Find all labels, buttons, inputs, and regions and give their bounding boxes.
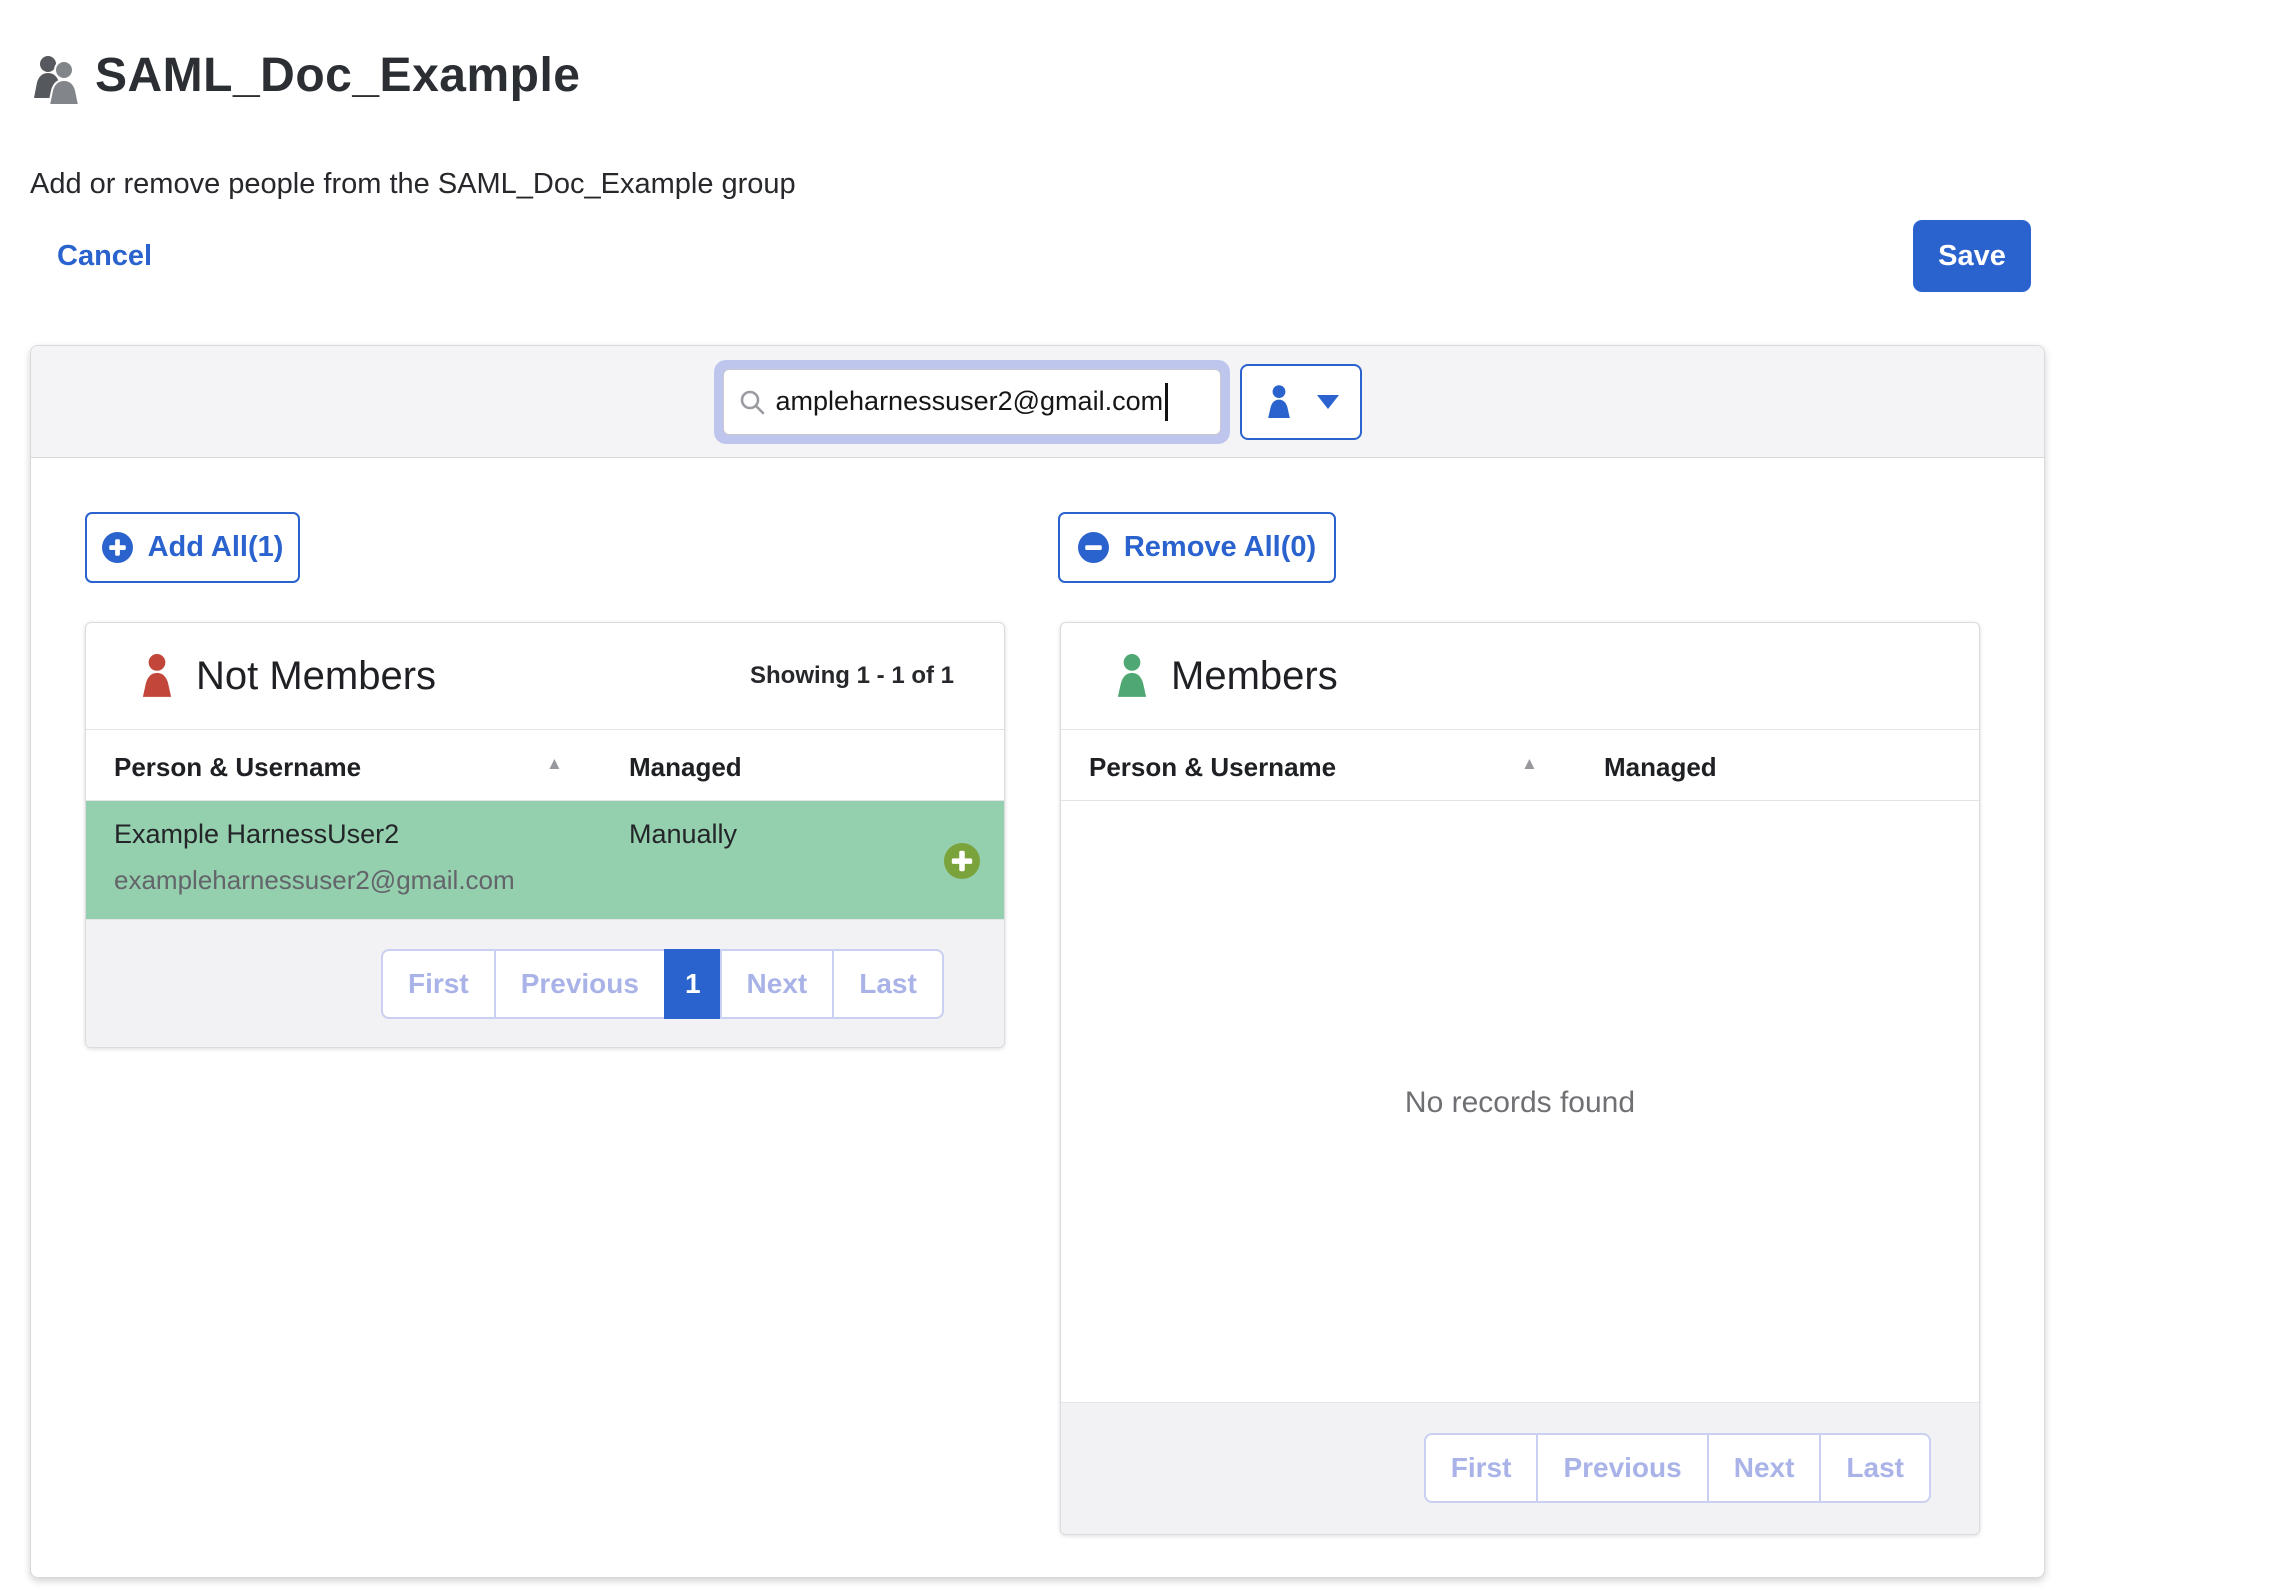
sort-asc-icon[interactable]: ▲ [1521,754,1538,774]
pagination-last-button[interactable]: Last [832,949,944,1019]
remove-all-label: Remove All(0) [1124,531,1316,564]
not-members-pagination: First Previous 1 Next Last [86,919,1004,1047]
plus-circle-icon [102,532,133,563]
person-icon [1263,384,1295,420]
not-members-title: Not Members [196,654,436,699]
not-members-header: Not Members Showing 1 - 1 of 1 [86,623,1004,729]
column-managed[interactable]: Managed [629,752,742,783]
members-title: Members [1171,654,1338,699]
search-icon [738,388,766,416]
pagination-last-button[interactable]: Last [1819,1433,1931,1503]
chevron-down-icon [1317,395,1339,409]
cancel-link[interactable]: Cancel [57,240,152,273]
page-title: SAML_Doc_Example [95,48,581,103]
search-input[interactable]: ampleharnessuser2@gmail.com [723,369,1221,435]
add-all-label: Add All(1) [148,531,284,564]
pagination-first-button[interactable]: First [381,949,496,1019]
no-records-text: No records found [1405,1086,1635,1120]
search-focus-ring: ampleharnessuser2@gmail.com [714,360,1230,444]
save-button[interactable]: Save [1913,220,2031,292]
pagination-first-button[interactable]: First [1424,1433,1539,1503]
members-empty-state: No records found [1061,801,1979,1404]
add-all-button[interactable]: Add All(1) [85,512,300,583]
person-red-icon [136,653,178,699]
row-managed-value: Manually [629,819,737,850]
members-header: Members [1061,623,1979,729]
group-icon [30,54,90,106]
not-members-column-headers: Person & Username ▲ Managed [86,729,1004,801]
not-members-row[interactable]: Example HarnessUser2 exampleharnessuser2… [86,801,1004,921]
add-plus-icon[interactable] [944,843,980,879]
pagination-previous-button[interactable]: Previous [494,949,666,1019]
row-username: exampleharnessuser2@gmail.com [114,865,515,896]
row-person-name: Example HarnessUser2 [114,819,399,850]
minus-circle-icon [1078,532,1109,563]
search-strip: ampleharnessuser2@gmail.com [31,346,2044,458]
pagination-next-button[interactable]: Next [1707,1433,1822,1503]
page-subtitle: Add or remove people from the SAML_Doc_E… [30,168,796,201]
search-filter-dropdown[interactable] [1240,364,1362,440]
pagination-previous-button[interactable]: Previous [1536,1433,1708,1503]
column-person-username[interactable]: Person & Username [1089,752,1336,783]
column-person-username[interactable]: Person & Username [114,752,361,783]
members-card: Members Person & Username ▲ Managed No r… [1060,622,1980,1535]
pagination-page-1-button[interactable]: 1 [664,949,722,1019]
pagination-next-button[interactable]: Next [720,949,835,1019]
members-column-headers: Person & Username ▲ Managed [1061,729,1979,801]
search-input-value: ampleharnessuser2@gmail.com [776,386,1164,417]
sort-asc-icon[interactable]: ▲ [546,754,563,774]
not-members-card: Not Members Showing 1 - 1 of 1 Person & … [85,622,1005,1048]
remove-all-button[interactable]: Remove All(0) [1058,512,1336,583]
members-pagination: First Previous Next Last [1061,1402,1979,1534]
text-cursor [1165,383,1168,421]
not-members-showing: Showing 1 - 1 of 1 [750,662,954,690]
person-green-icon [1111,653,1153,699]
column-managed[interactable]: Managed [1604,752,1717,783]
